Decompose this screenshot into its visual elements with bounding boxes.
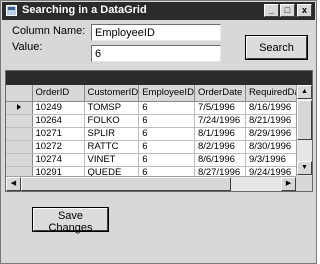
close-button[interactable]: x xyxy=(297,4,312,17)
grid-cell[interactable]: FOLKO xyxy=(84,114,140,128)
row-header-corner xyxy=(6,85,33,102)
vertical-scrollbar[interactable]: ▲ ▼ xyxy=(296,85,312,176)
orders-datagrid[interactable]: OrderID CustomerID EmployeeID OrderDate … xyxy=(5,70,313,192)
grid-cell[interactable]: SPLIR xyxy=(84,127,140,141)
app-icon xyxy=(6,5,17,16)
grid-cell[interactable]: 6 xyxy=(138,127,195,141)
grid-cell[interactable]: 8/2/1996 xyxy=(194,140,246,154)
table-row[interactable]: 10264 FOLKO 6 7/24/1996 8/21/1996 xyxy=(6,114,306,128)
row-selector[interactable] xyxy=(6,153,33,167)
value-label: Value: xyxy=(12,41,43,53)
table-row[interactable]: 10272 RATTC 6 8/2/1996 8/30/1996 xyxy=(6,140,306,154)
table-row[interactable]: 10271 SPLIR 6 8/1/1996 8/29/1996 xyxy=(6,127,306,141)
table-row[interactable]: 10249 TOMSP 6 7/5/1996 8/16/1996 xyxy=(6,101,306,115)
scroll-up-button[interactable]: ▲ xyxy=(297,85,312,99)
grid-cell[interactable]: RATTC xyxy=(84,140,140,154)
grid-cell[interactable]: 8/6/1996 xyxy=(194,153,246,167)
column-header-orderdate[interactable]: OrderDate xyxy=(194,85,246,102)
row-selector[interactable] xyxy=(6,127,33,141)
scroll-left-button[interactable]: ◀ xyxy=(6,177,21,191)
grid-cell[interactable]: 6 xyxy=(138,114,195,128)
column-header-orderid[interactable]: OrderID xyxy=(32,85,85,102)
title-bar[interactable]: Searching in a DataGrid _ □ x xyxy=(2,2,315,20)
table-row[interactable]: 10274 VINET 6 8/6/1996 9/3/1996 xyxy=(6,153,306,167)
search-button[interactable]: Search xyxy=(246,36,307,59)
scrollbar-corner xyxy=(296,176,312,191)
grid-cell[interactable]: TOMSP xyxy=(84,101,140,115)
grid-cell[interactable]: 8/1/1996 xyxy=(194,127,246,141)
minimize-button[interactable]: _ xyxy=(264,4,279,17)
row-selector[interactable] xyxy=(6,140,33,154)
current-row-arrow-icon xyxy=(16,104,21,110)
horizontal-scroll-thumb[interactable] xyxy=(21,177,231,191)
grid-cell[interactable]: 7/5/1996 xyxy=(194,101,246,115)
grid-cell[interactable]: 6 xyxy=(138,140,195,154)
horizontal-scrollbar[interactable]: ◀ ▶ xyxy=(6,176,296,191)
grid-cell[interactable]: 10272 xyxy=(32,140,85,154)
row-selector[interactable] xyxy=(6,114,33,128)
window-title: Searching in a DataGrid xyxy=(22,4,147,16)
maximize-button[interactable]: □ xyxy=(280,4,295,17)
column-header-customerid[interactable]: CustomerID xyxy=(84,85,140,102)
grid-cell[interactable]: 6 xyxy=(138,153,195,167)
grid-cell[interactable]: 6 xyxy=(138,101,195,115)
grid-cell[interactable]: 10264 xyxy=(32,114,85,128)
scroll-down-button[interactable]: ▼ xyxy=(297,161,312,175)
grid-cell[interactable]: 7/24/1996 xyxy=(194,114,246,128)
grid-cell[interactable]: 10271 xyxy=(32,127,85,141)
column-name-input[interactable] xyxy=(91,24,221,41)
app-window: Searching in a DataGrid _ □ x Column Nam… xyxy=(0,0,317,264)
grid-cell[interactable]: 10249 xyxy=(32,101,85,115)
grid-cell[interactable]: VINET xyxy=(84,153,140,167)
column-header-employeeid[interactable]: EmployeeID xyxy=(138,85,195,102)
row-selector[interactable] xyxy=(6,101,33,115)
scroll-right-button[interactable]: ▶ xyxy=(281,177,296,191)
value-input[interactable] xyxy=(91,45,221,62)
vertical-scroll-thumb[interactable] xyxy=(297,100,312,140)
save-changes-button[interactable]: Save Changes xyxy=(33,208,108,234)
grid-caption-bar xyxy=(6,71,312,85)
grid-cell[interactable]: 10274 xyxy=(32,153,85,167)
column-name-label: Column Name: xyxy=(12,25,86,37)
